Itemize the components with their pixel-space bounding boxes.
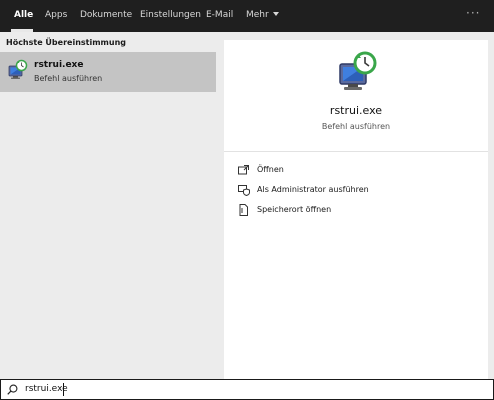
text-cursor (63, 383, 64, 396)
search-filter-bar: Alle Apps Dokumente Einstellungen E-Mail… (0, 0, 494, 32)
detail-panel: rstrui.exe Befehl ausführen Öffnen Als A… (224, 40, 488, 379)
tab-email[interactable]: E-Mail (206, 10, 233, 21)
tab-more-label: Mehr (246, 10, 269, 20)
divider (224, 151, 488, 152)
search-icon (7, 384, 18, 395)
system-restore-icon (339, 51, 377, 90)
tab-all[interactable]: Alle (14, 10, 33, 21)
results-panel: Höchste Übereinstimmung rstrui.exe Befeh… (0, 32, 222, 379)
open-label: Öffnen (257, 165, 284, 174)
search-input[interactable]: rstrui.exe (25, 384, 68, 394)
open-file-location-action[interactable]: Speicherort öffnen (238, 204, 478, 220)
result-title: rstrui.exe (34, 60, 84, 70)
tab-more[interactable]: Mehr (246, 10, 279, 21)
best-match-header: Höchste Übereinstimmung (6, 38, 126, 47)
admin-shield-icon (238, 185, 250, 196)
tab-documents[interactable]: Dokumente (80, 10, 132, 21)
run-as-admin-label: Als Administrator ausführen (257, 185, 369, 194)
more-options-button[interactable]: ··· (466, 7, 480, 19)
search-box[interactable]: rstrui.exe (0, 379, 494, 400)
tab-settings[interactable]: Einstellungen (140, 10, 201, 21)
detail-subtitle: Befehl ausführen (321, 122, 391, 131)
detail-title: rstrui.exe (329, 104, 383, 117)
chevron-down-icon (272, 12, 279, 16)
file-location-icon (239, 204, 248, 216)
open-icon (238, 165, 249, 175)
open-action[interactable]: Öffnen (238, 164, 478, 180)
result-item-rstrui[interactable]: rstrui.exe Befehl ausführen (0, 52, 216, 92)
system-restore-icon (8, 59, 28, 79)
open-file-location-label: Speicherort öffnen (257, 205, 332, 214)
result-subtitle: Befehl ausführen (34, 74, 103, 83)
tab-apps[interactable]: Apps (45, 10, 67, 21)
run-as-admin-action[interactable]: Als Administrator ausführen (238, 184, 478, 200)
